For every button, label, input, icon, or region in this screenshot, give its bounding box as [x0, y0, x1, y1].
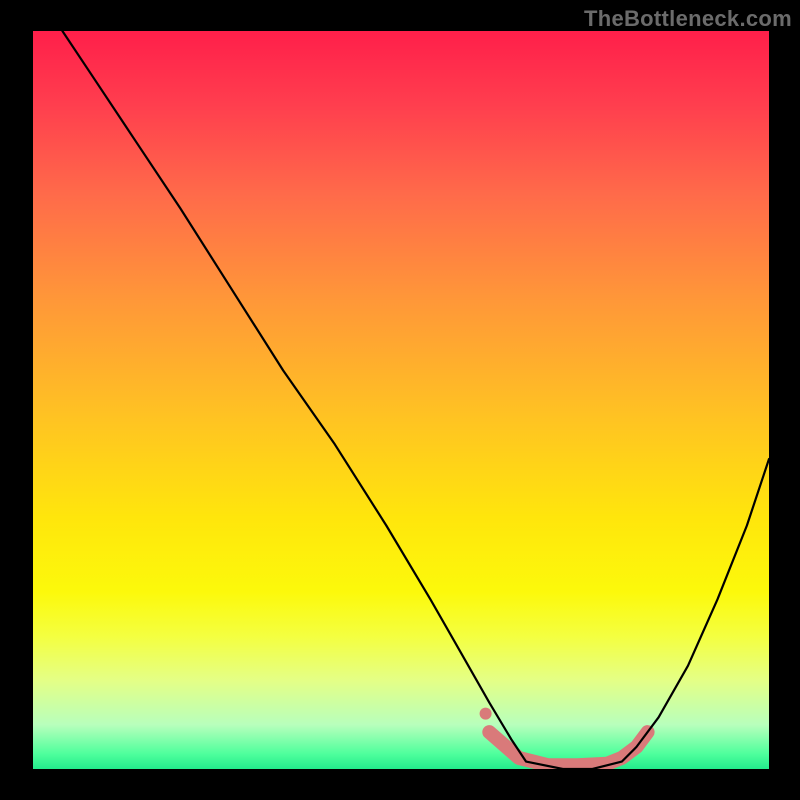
watermark-text: TheBottleneck.com	[584, 6, 792, 32]
chart-plot-area	[33, 31, 769, 769]
left-marker-dot	[480, 708, 492, 720]
bottleneck-curve-path	[62, 31, 769, 769]
chart-svg	[33, 31, 769, 769]
chart-frame: TheBottleneck.com	[0, 0, 800, 800]
